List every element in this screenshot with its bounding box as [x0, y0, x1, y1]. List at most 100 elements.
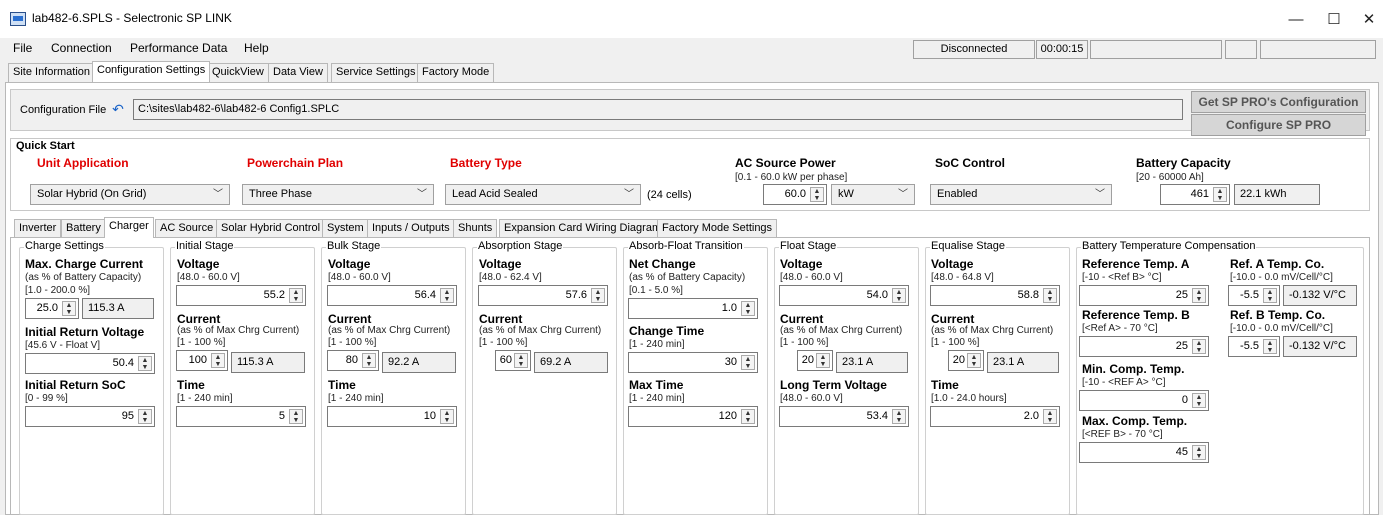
- bulk-voltage-input[interactable]: 56.4 ▲ ▼: [327, 285, 457, 306]
- subtab-solar-hybrid-control[interactable]: Solar Hybrid Control: [216, 219, 326, 238]
- equalise-current-range: [1 - 100 %]: [931, 337, 980, 348]
- spinner-icon[interactable]: ▲ ▼: [892, 288, 906, 303]
- float-voltage-range: [48.0 - 60.0 V]: [780, 272, 843, 283]
- float-voltage-input[interactable]: 54.0 ▲ ▼: [779, 285, 909, 306]
- undo-icon[interactable]: ↶: [110, 101, 126, 117]
- quick-start-title: Quick Start: [16, 140, 75, 152]
- tab-quickview[interactable]: QuickView: [207, 63, 269, 82]
- bulk-voltage-label: Voltage: [328, 257, 371, 271]
- spinner-icon[interactable]: ▲ ▼: [1192, 445, 1206, 460]
- max-charge-current-input[interactable]: 25.0 ▲ ▼: [25, 298, 79, 319]
- get-configuration-button[interactable]: Get SP PRO's Configuration: [1191, 91, 1366, 113]
- spinner-icon[interactable]: ▲ ▼: [741, 409, 755, 424]
- spinner-icon[interactable]: ▲ ▼: [1043, 288, 1057, 303]
- bulk-time-range: [1 - 240 min]: [328, 393, 384, 404]
- spinner-icon[interactable]: ▲ ▼: [741, 355, 755, 370]
- menu-performance-data[interactable]: Performance Data: [130, 41, 227, 55]
- min-comp-temp-input[interactable]: 0 ▲ ▼: [1079, 390, 1209, 411]
- ref-temp-b-input[interactable]: 25 ▲ ▼: [1079, 336, 1209, 357]
- float-current-note: (as % of Max Chrg Current): [780, 325, 903, 336]
- bulk-current-input[interactable]: 80 ▲ ▼: [327, 350, 379, 371]
- net-change-input[interactable]: 1.0 ▲ ▼: [628, 298, 758, 319]
- subtab-inverter[interactable]: Inverter: [14, 219, 62, 238]
- spinner-icon[interactable]: ▲ ▼: [810, 187, 824, 202]
- spinner-icon[interactable]: ▲ ▼: [1192, 288, 1206, 303]
- menu-connection[interactable]: Connection: [51, 41, 112, 55]
- ref-a-temp-co-volts: -0.132 V/°C: [1283, 285, 1357, 306]
- spinner-icon[interactable]: ▲ ▼: [816, 353, 830, 368]
- ac-source-unit-select[interactable]: kW ﹀: [831, 184, 915, 205]
- spinner-icon[interactable]: ▲ ▼: [362, 353, 376, 368]
- spinner-icon[interactable]: ▲ ▼: [138, 409, 152, 424]
- subtab-ac-source[interactable]: AC Source: [155, 219, 219, 238]
- spinner-icon[interactable]: ▲ ▼: [1263, 288, 1277, 303]
- spinner-icon[interactable]: ▲ ▼: [1213, 187, 1227, 202]
- subtab-system[interactable]: System: [322, 219, 369, 238]
- max-time-input[interactable]: 120 ▲ ▼: [628, 406, 758, 427]
- initial-voltage-input[interactable]: 55.2 ▲ ▼: [176, 285, 306, 306]
- subtab-shunts[interactable]: Shunts: [453, 219, 498, 238]
- spinner-icon[interactable]: ▲ ▼: [440, 409, 454, 424]
- spinner-icon[interactable]: ▲ ▼: [440, 288, 454, 303]
- battery-capacity-label: Battery Capacity: [1136, 156, 1231, 170]
- initial-return-soc-input[interactable]: 95 ▲ ▼: [25, 406, 155, 427]
- spinner-icon[interactable]: ▲ ▼: [892, 409, 906, 424]
- spinner-icon[interactable]: ▲ ▼: [591, 288, 605, 303]
- subtab-factory-mode-settings[interactable]: Factory Mode Settings: [657, 219, 778, 238]
- ref-a-temp-co-input[interactable]: -5.5 ▲ ▼: [1228, 285, 1280, 306]
- absorption-current-input[interactable]: 60 ▲ ▼: [495, 350, 531, 371]
- connection-timer: 00:00:15: [1036, 40, 1088, 59]
- soc-control-select[interactable]: Enabled ﹀: [930, 184, 1112, 205]
- spinner-icon[interactable]: ▲ ▼: [62, 301, 76, 316]
- change-time-input[interactable]: 30 ▲ ▼: [628, 352, 758, 373]
- tab-configuration-settings[interactable]: Configuration Settings: [92, 61, 211, 82]
- ref-b-temp-co-input[interactable]: -5.5 ▲ ▼: [1228, 336, 1280, 357]
- menu-file[interactable]: File: [13, 41, 32, 55]
- spinner-icon[interactable]: ▲ ▼: [1192, 393, 1206, 408]
- bulk-voltage-value: 56.4: [414, 289, 436, 301]
- initial-time-input[interactable]: 5 ▲ ▼: [176, 406, 306, 427]
- spinner-icon[interactable]: ▲ ▼: [289, 409, 303, 424]
- subtab-expansion-card[interactable]: Expansion Card Wiring Diagram: [499, 219, 667, 238]
- ref-temp-a-input[interactable]: 25 ▲ ▼: [1079, 285, 1209, 306]
- absorption-voltage-input[interactable]: 57.6 ▲ ▼: [478, 285, 608, 306]
- tab-data-view[interactable]: Data View: [268, 63, 328, 82]
- equalise-time-input[interactable]: 2.0 ▲ ▼: [930, 406, 1060, 427]
- configuration-file-path[interactable]: C:\sites\lab482-6\lab482-6 Config1.SPLC: [133, 99, 1183, 120]
- max-comp-temp-range: [<REF B> - 70 °C]: [1082, 429, 1163, 440]
- spinner-icon[interactable]: ▲ ▼: [967, 353, 981, 368]
- subtab-charger[interactable]: Charger: [104, 217, 154, 238]
- menu-help[interactable]: Help: [244, 41, 269, 55]
- tab-service-settings[interactable]: Service Settings: [331, 63, 421, 82]
- unit-application-select[interactable]: Solar Hybrid (On Grid) ﹀: [30, 184, 230, 205]
- min-comp-temp-value: 0: [1181, 394, 1188, 406]
- spinner-icon[interactable]: ▲ ▼: [1043, 409, 1057, 424]
- equalise-voltage-input[interactable]: 58.8 ▲ ▼: [930, 285, 1060, 306]
- spinner-icon[interactable]: ▲ ▼: [289, 288, 303, 303]
- configure-sp-pro-button[interactable]: Configure SP PRO: [1191, 114, 1366, 136]
- tab-site-information[interactable]: Site Information: [8, 63, 96, 82]
- close-button[interactable]: ✕: [1346, 6, 1383, 34]
- battery-capacity-input[interactable]: 461 ▲ ▼: [1160, 184, 1230, 205]
- subtab-inputs-outputs[interactable]: Inputs / Outputs: [367, 219, 455, 238]
- float-current-input[interactable]: 20 ▲ ▼: [797, 350, 833, 371]
- spinner-icon[interactable]: ▲ ▼: [514, 353, 528, 368]
- powerchain-plan-select[interactable]: Three Phase ﹀: [242, 184, 434, 205]
- ref-temp-a-label: Reference Temp. A: [1082, 257, 1190, 271]
- spinner-icon[interactable]: ▲ ▼: [741, 301, 755, 316]
- initial-return-voltage-input[interactable]: 50.4 ▲ ▼: [25, 353, 155, 374]
- tab-factory-mode[interactable]: Factory Mode: [417, 63, 495, 82]
- long-term-voltage-input[interactable]: 53.4 ▲ ▼: [779, 406, 909, 427]
- max-comp-temp-input[interactable]: 45 ▲ ▼: [1079, 442, 1209, 463]
- initial-current-input[interactable]: 100 ▲ ▼: [176, 350, 228, 371]
- battery-type-select[interactable]: Lead Acid Sealed ﹀: [445, 184, 641, 205]
- spinner-icon[interactable]: ▲ ▼: [1192, 339, 1206, 354]
- spinner-icon[interactable]: ▲ ▼: [1263, 339, 1277, 354]
- spinner-icon[interactable]: ▲ ▼: [211, 353, 225, 368]
- subtab-battery[interactable]: Battery: [61, 219, 106, 238]
- initial-stage-title: Initial Stage: [175, 240, 235, 252]
- spinner-icon[interactable]: ▲ ▼: [138, 356, 152, 371]
- bulk-time-input[interactable]: 10 ▲ ▼: [327, 406, 457, 427]
- ac-source-power-input[interactable]: 60.0 ▲ ▼: [763, 184, 827, 205]
- equalise-current-input[interactable]: 20 ▲ ▼: [948, 350, 984, 371]
